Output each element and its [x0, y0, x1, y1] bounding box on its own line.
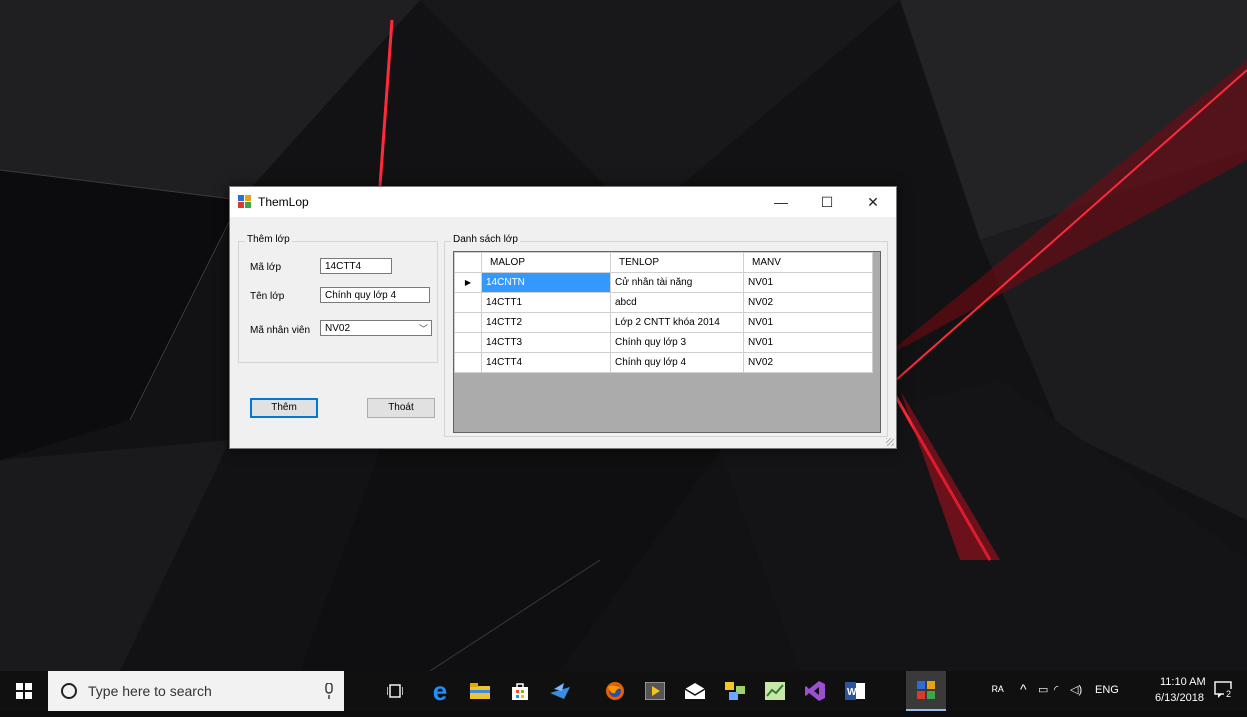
current-row-arrow-icon[interactable]: ▶ [454, 272, 482, 293]
table-cell[interactable]: NV02 [743, 292, 873, 313]
row-header[interactable] [454, 292, 482, 313]
tenlop-input[interactable]: Chính quy lớp 4 [320, 287, 430, 303]
row-header[interactable] [454, 332, 482, 353]
minimize-button[interactable]: — [758, 187, 804, 217]
resize-grip-icon[interactable] [886, 438, 894, 446]
search-placeholder: Type here to search [88, 683, 212, 699]
class-datagrid[interactable]: MALOP TENLOP MANV ▶ 14CNTN Cử nhân tài n… [453, 251, 881, 433]
table-row[interactable]: 14CTT4 Chính quy lớp 4 NV02 [454, 352, 873, 373]
mail-icon[interactable] [680, 671, 710, 711]
table-row[interactable]: 14CTT1 abcd NV02 [454, 292, 873, 313]
table-cell[interactable]: 14CTT2 [481, 312, 611, 333]
media-player-icon[interactable] [640, 671, 670, 711]
store-icon[interactable] [505, 671, 535, 711]
svg-text:W: W [847, 687, 857, 698]
wifi-icon[interactable]: ◜ [1054, 683, 1058, 696]
malop-label: Mã lớp [250, 262, 282, 273]
table-cell[interactable]: Lớp 2 CNTT khóa 2014 [610, 312, 744, 333]
notification-badge: 2 [1224, 689, 1234, 699]
title-bar[interactable]: ThemLop — ☐ ✕ [230, 187, 896, 217]
clock-time[interactable]: 11:10 AM [1160, 676, 1206, 688]
window-title: ThemLop [258, 195, 309, 209]
close-button[interactable]: ✕ [850, 187, 896, 217]
table-cell[interactable]: NV01 [743, 272, 873, 293]
class-list-group-title: Danh sách lớp [451, 234, 520, 245]
table-row[interactable]: 14CTT3 Chính quy lớp 3 NV01 [454, 332, 873, 353]
table-cell[interactable]: NV01 [743, 332, 873, 353]
malop-input[interactable]: 14CTT4 [320, 258, 392, 274]
class-table: MALOP TENLOP MANV ▶ 14CNTN Cử nhân tài n… [454, 252, 873, 373]
add-class-group-title: Thêm lớp [245, 234, 292, 245]
table-cell[interactable]: Chính quy lớp 4 [610, 352, 744, 373]
search-box[interactable]: Type here to search [48, 671, 344, 711]
network-tool-icon[interactable] [720, 671, 750, 711]
visual-studio-icon[interactable] [800, 671, 830, 711]
table-cell[interactable]: 14CTT4 [481, 352, 611, 373]
firefox-icon[interactable] [600, 671, 630, 711]
table-cell[interactable]: 14CTT3 [481, 332, 611, 353]
add-button[interactable]: Thêm [250, 398, 318, 418]
battery-icon[interactable]: ▭ [1038, 683, 1048, 696]
language-indicator[interactable]: ENG [1095, 684, 1119, 696]
manv-selected-value: NV02 [325, 323, 351, 334]
table-cell[interactable]: Cử nhân tài năng [610, 272, 744, 293]
chevron-down-icon[interactable]: ﹀ [419, 321, 428, 337]
edge-browser-icon[interactable]: e [425, 671, 455, 711]
windows-logo-icon [16, 683, 32, 699]
file-explorer-icon[interactable] [465, 671, 495, 711]
start-button[interactable] [0, 671, 48, 711]
table-cell[interactable]: NV01 [743, 312, 873, 333]
taskbar: Type here to search e W ᴿᴬ ^ ▭ ◜ ◁) ENG … [0, 671, 1247, 711]
project-icon[interactable] [760, 671, 790, 711]
chevron-up-icon[interactable]: ^ [1020, 681, 1027, 697]
themlop-window[interactable]: ThemLop — ☐ ✕ Thêm lớp Mã lớp 14CTT4 Tên… [229, 186, 897, 449]
table-row[interactable]: 14CTT2 Lớp 2 CNTT khóa 2014 NV01 [454, 312, 873, 333]
task-view-icon[interactable] [380, 671, 410, 711]
deploy-app-icon[interactable] [545, 671, 575, 711]
tenlop-label: Tên lớp [250, 291, 285, 302]
manv-combobox[interactable]: NV02 ﹀ [320, 320, 432, 336]
app-icon [238, 195, 251, 208]
table-cell[interactable]: abcd [610, 292, 744, 313]
people-icon[interactable]: ᴿᴬ [992, 683, 1004, 698]
volume-icon[interactable]: ◁) [1070, 683, 1082, 696]
action-center-icon[interactable]: 2 [1214, 681, 1236, 703]
table-cell[interactable]: Chính quy lớp 3 [610, 332, 744, 353]
table-header-row: MALOP TENLOP MANV [454, 252, 873, 273]
table-cell[interactable]: 14CNTN [481, 272, 611, 293]
row-header[interactable] [454, 312, 482, 333]
maximize-button[interactable]: ☐ [804, 187, 850, 217]
active-app-icon[interactable] [906, 671, 946, 711]
row-header-corner [454, 252, 482, 273]
clock-date[interactable]: 6/13/2018 [1155, 692, 1204, 704]
word-icon[interactable]: W [840, 671, 870, 711]
row-header[interactable] [454, 352, 482, 373]
table-cell[interactable]: 14CTT1 [481, 292, 611, 313]
column-header-manv[interactable]: MANV [743, 252, 873, 273]
column-header-tenlop[interactable]: TENLOP [610, 252, 744, 273]
exit-button[interactable]: Thoát [367, 398, 435, 418]
manv-label: Mã nhân viên [250, 325, 311, 336]
microphone-icon[interactable] [324, 683, 334, 699]
column-header-malop[interactable]: MALOP [481, 252, 611, 273]
cortana-circle-icon [61, 683, 77, 699]
table-cell[interactable]: NV02 [743, 352, 873, 373]
table-row[interactable]: ▶ 14CNTN Cử nhân tài năng NV01 [454, 272, 873, 293]
